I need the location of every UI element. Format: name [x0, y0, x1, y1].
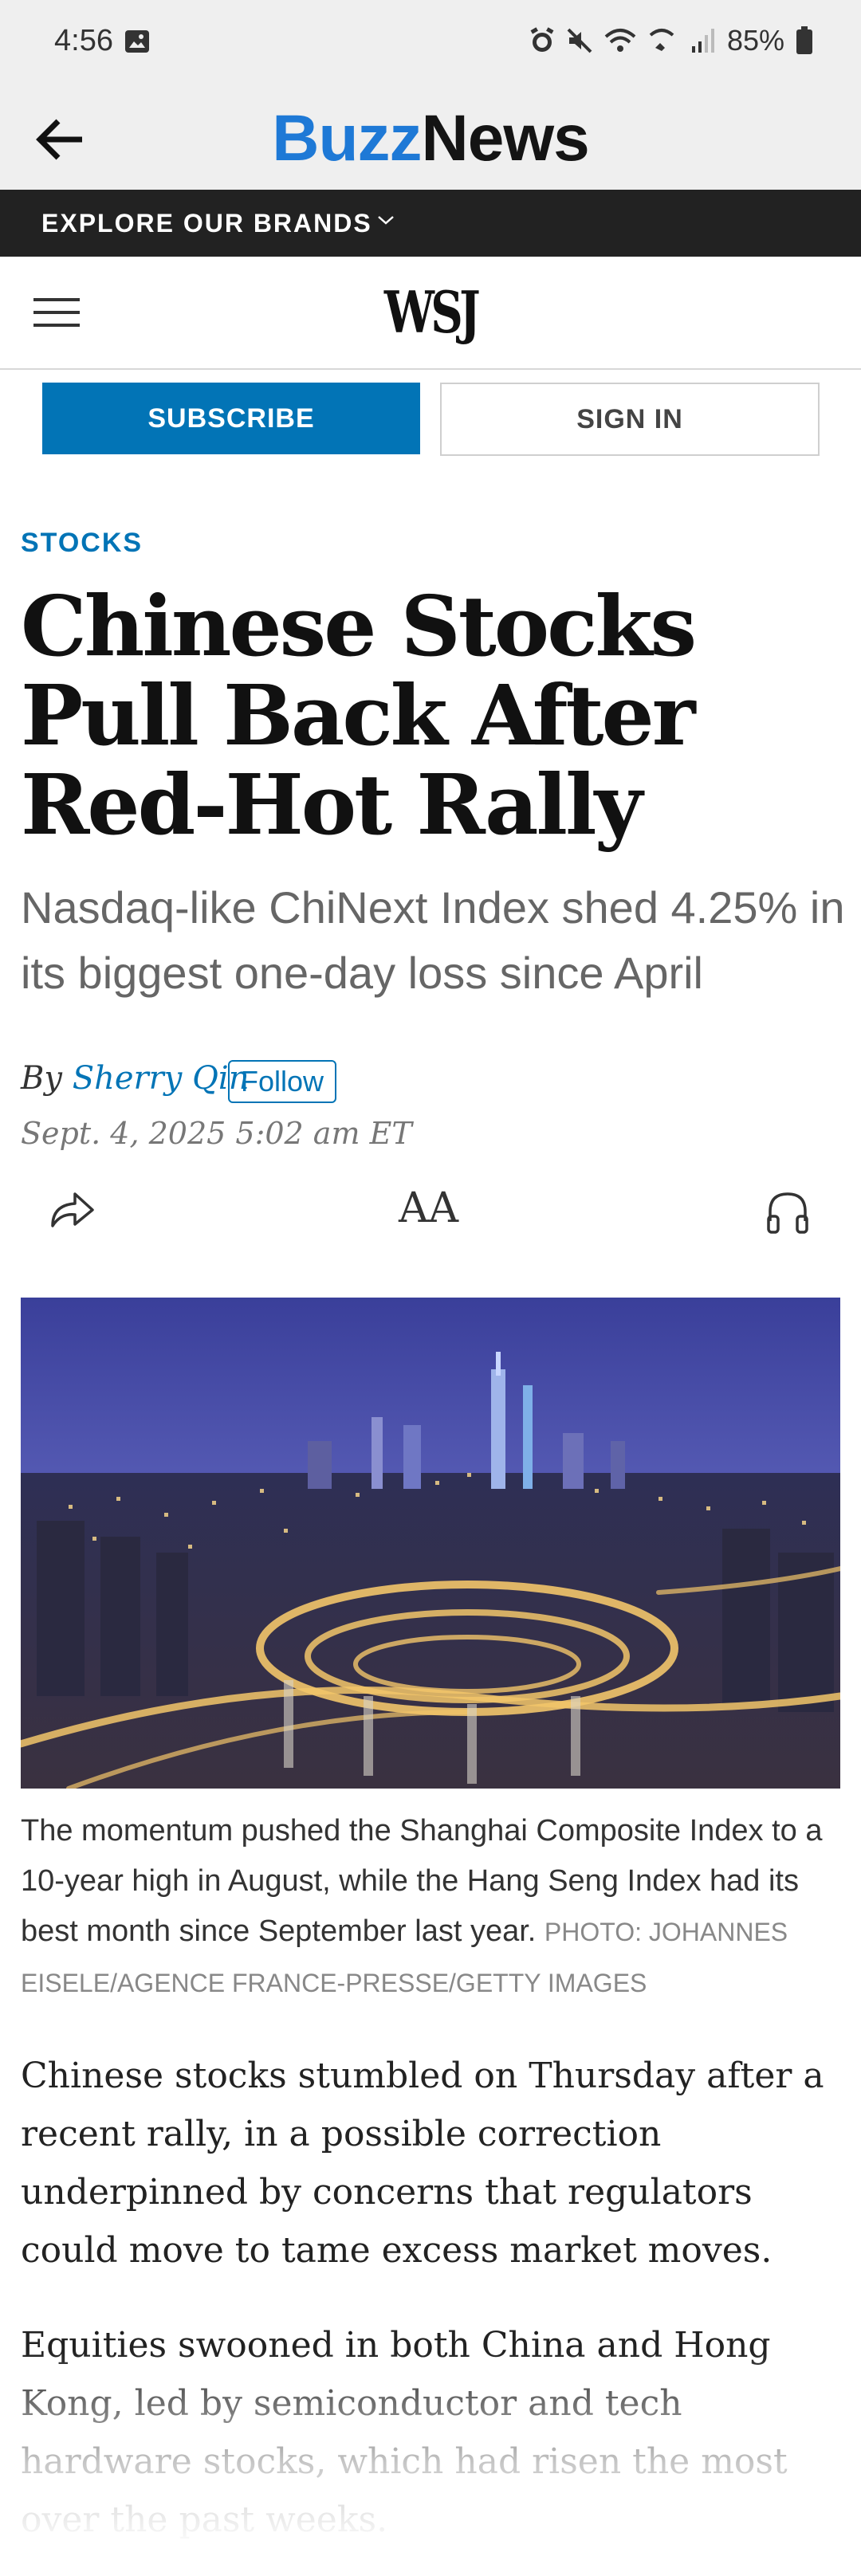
chevron-down-icon — [378, 216, 394, 225]
explore-brands-label: EXPLORE OUR BRANDS — [41, 209, 372, 238]
image-icon — [125, 30, 149, 53]
publish-date: Sept. 4, 2025 5:02 am ET — [21, 1116, 412, 1151]
paywall-fade-overlay — [0, 2351, 861, 2576]
byline: By Sherry Qin — [21, 1060, 249, 1097]
status-icons: 85% — [529, 24, 813, 57]
explore-brands-bar[interactable]: EXPLORE OUR BRANDS — [0, 190, 861, 257]
status-bar: 4:56 85% — [0, 0, 861, 88]
section-label[interactable]: STOCKS — [21, 528, 143, 559]
signal-icon — [691, 29, 714, 53]
app-title-buzz: Buzz — [272, 102, 422, 175]
article-headline: Chinese Stocks Pull Back After Red-Hot R… — [21, 577, 697, 854]
wifi-icon — [604, 29, 636, 52]
mute-icon — [567, 28, 592, 53]
text-size-icon[interactable]: AA — [399, 1184, 458, 1232]
publication-header: WSJ — [0, 257, 861, 370]
battery-icon — [796, 26, 812, 54]
app-title-news: News — [421, 102, 590, 175]
author-link[interactable]: Sherry Qin — [73, 1060, 250, 1097]
status-time: 4:56 — [54, 24, 113, 57]
menu-icon[interactable] — [33, 289, 80, 336]
app-bar: BuzzNews — [0, 88, 861, 190]
app-title: BuzzNews — [0, 88, 861, 190]
article-paragraph: Chinese stocks stumbled on Thursday afte… — [21, 2056, 824, 2271]
subscribe-button[interactable]: SUBSCRIBE — [42, 383, 420, 454]
article-dek: Nasdaq-like ChiNext Index shed 4.25% in … — [21, 882, 845, 998]
image-caption: The momentum pushed the Shanghai Composi… — [21, 1806, 850, 2009]
headphones-icon[interactable] — [764, 1188, 812, 1235]
wsj-logo: WSJ — [383, 278, 481, 346]
article-hero-image — [21, 1298, 840, 1789]
alarm-icon — [530, 27, 554, 52]
byline-prefix: By — [21, 1060, 62, 1097]
share-icon[interactable] — [46, 1186, 99, 1234]
follow-button[interactable]: Follow — [228, 1060, 337, 1103]
battery-level: 85% — [726, 24, 784, 57]
wifi-calling-icon — [649, 29, 674, 51]
sign-in-button[interactable]: SIGN IN — [440, 383, 820, 456]
